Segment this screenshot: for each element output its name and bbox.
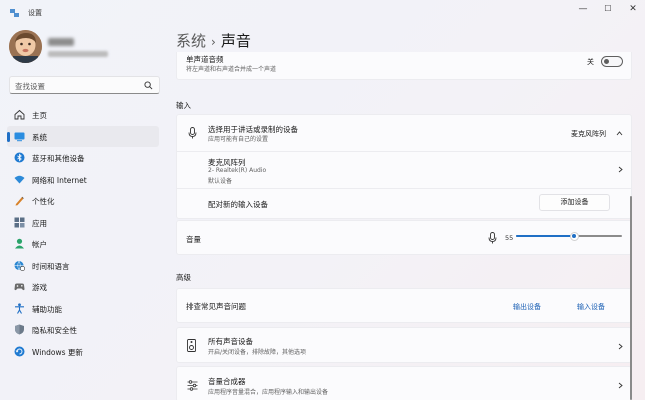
sidebar-item-label: 游戏 [32, 283, 47, 292]
sidebar-item-time-language[interactable]: 时间和语言 [7, 255, 159, 277]
volume-slider-fill [516, 235, 575, 237]
microphone-icon [188, 127, 197, 139]
chevron-right-icon [618, 382, 623, 389]
speaker-icon [187, 339, 196, 352]
sidebar-item-privacy[interactable]: 隐私和安全性 [7, 319, 159, 341]
volume-mixer-title: 音量合成器 [208, 377, 246, 386]
input-device-driver: 2- Realtek(R) Audio [208, 167, 267, 174]
search-icon [144, 81, 153, 90]
breadcrumb-parent[interactable]: 系统 [176, 32, 206, 50]
wifi-icon [14, 175, 25, 183]
sidebar-item-gaming[interactable]: 游戏 [7, 276, 159, 298]
apps-icon [14, 217, 25, 227]
chevron-up-icon[interactable] [616, 130, 623, 137]
volume-mixer-description: 应用程序音量混合，应用程序输入和输出设备 [208, 389, 329, 396]
breadcrumb: 系统 › 声音 [176, 30, 251, 51]
sidebar-item-windows-update[interactable]: Windows 更新 [7, 341, 159, 363]
system-icon [14, 132, 25, 141]
output-devices-button[interactable]: 输出设备 [513, 302, 541, 312]
shield-icon [15, 324, 24, 335]
troubleshoot-label: 排查常见声音问题 [186, 302, 246, 311]
sidebar-item-label: 辅助功能 [32, 304, 62, 314]
chevron-right-icon [618, 166, 623, 173]
advanced-section-heading: 高级 [176, 273, 191, 282]
sidebar-item-label: 应用 [32, 218, 47, 228]
search-input[interactable]: 查找设置 [9, 76, 160, 94]
sidebar-item-label: 隐私和安全性 [32, 326, 77, 335]
input-devices-button[interactable]: 输入设备 [577, 302, 605, 312]
sidebar-item-home[interactable]: 主页 [7, 104, 159, 126]
volume-mixer-card[interactable]: 音量合成器 应用程序音量混合，应用程序输入和输出设备 [176, 366, 632, 400]
input-section-heading: 输入 [176, 101, 191, 110]
sidebar-item-label: 主页 [32, 111, 47, 120]
gamepad-icon [14, 283, 25, 291]
sidebar-item-label: 蓝牙和其他设备 [32, 154, 85, 163]
breadcrumb-separator: › [211, 35, 216, 49]
active-indicator [7, 131, 10, 142]
input-volume-card: 音量 55 [176, 220, 632, 255]
globe-clock-icon [14, 260, 25, 271]
account-icon [15, 238, 24, 249]
window-title: 设置 [28, 9, 42, 17]
selected-input-device[interactable]: 麦克风阵列 [571, 129, 606, 139]
all-sound-devices-title: 所有声音设备 [208, 337, 253, 346]
mixer-icon [187, 380, 198, 391]
mono-audio-toggle[interactable] [601, 56, 623, 67]
input-device-row[interactable]: 麦克风阵列 2- Realtek(R) Audio 默认设备 [177, 152, 632, 188]
blurred-user-email [48, 51, 108, 57]
page-title: 声音 [220, 32, 251, 50]
sidebar-item-accessibility[interactable]: 辅助功能 [7, 298, 159, 320]
volume-value: 55 [505, 234, 514, 242]
add-device-button[interactable]: 添加设备 [539, 194, 610, 211]
all-sound-devices-description: 开启/关闭设备，排除故障，其他选项 [208, 349, 307, 356]
sidebar-item-bluetooth[interactable]: 蓝牙和其他设备 [7, 147, 159, 169]
microphone-icon [488, 232, 497, 244]
mono-audio-card[interactable]: 单声道音频 将左声道和右声道合并成一个声道 关 [176, 52, 632, 80]
volume-label: 音量 [186, 235, 201, 244]
main-content: 单声道音频 将左声道和右声道合并成一个声道 关 输入 选择用于讲话或录制的设备 … [176, 52, 632, 400]
volume-slider-thumb[interactable] [569, 231, 579, 241]
sidebar-nav: 主页 系统 蓝牙和其他设备 网络和 Internet 个性化 应用 帐户 时间和… [7, 104, 159, 362]
sidebar-item-apps[interactable]: 应用 [7, 212, 159, 234]
mono-audio-description: 将左声道和右声道合并成一个声道 [186, 66, 277, 73]
sidebar-item-personalization[interactable]: 个性化 [7, 190, 159, 212]
troubleshoot-card: 排查常见声音问题 输出设备 输入设备 [176, 288, 632, 323]
input-device-card: 选择用于讲话或录制的设备 应用可能有自己的设置 麦克风阵列 麦克风阵列 2- R… [176, 114, 632, 219]
avatar[interactable] [9, 30, 42, 63]
accessibility-icon [15, 302, 24, 314]
sidebar-item-accounts[interactable]: 帐户 [7, 233, 159, 255]
search-placeholder: 查找设置 [15, 82, 45, 91]
mono-audio-state: 关 [587, 58, 594, 66]
pen-icon [15, 196, 24, 206]
all-sound-devices-card[interactable]: 所有声音设备 开启/关闭设备，排除故障，其他选项 [176, 327, 632, 363]
update-icon [14, 346, 25, 356]
blurred-user-name [48, 38, 74, 46]
settings-app-icon [10, 9, 19, 17]
sidebar-item-label: 时间和语言 [32, 261, 70, 271]
sidebar-item-network[interactable]: 网络和 Internet [7, 169, 159, 191]
avatar-image [9, 30, 42, 63]
chevron-right-icon [618, 343, 623, 350]
sidebar-item-system[interactable]: 系统 [7, 125, 159, 147]
title-bar: 设置 — ☐ ✕ [0, 0, 645, 26]
bluetooth-icon [14, 152, 25, 163]
input-device-default-label: 默认设备 [208, 178, 233, 185]
sidebar-item-label: Windows 更新 [32, 347, 83, 357]
home-icon [14, 109, 25, 120]
close-button[interactable]: ✕ [618, 2, 645, 16]
pair-input-device-label: 配对新的输入设备 [208, 200, 268, 209]
scrollbar[interactable] [630, 196, 632, 400]
sidebar-item-label: 个性化 [32, 197, 55, 206]
input-select-description: 应用可能有自己的设置 [208, 136, 269, 143]
sidebar-item-label: 系统 [32, 132, 47, 142]
sidebar-item-label: 网络和 Internet [32, 175, 87, 185]
sidebar-item-label: 帐户 [32, 240, 47, 249]
